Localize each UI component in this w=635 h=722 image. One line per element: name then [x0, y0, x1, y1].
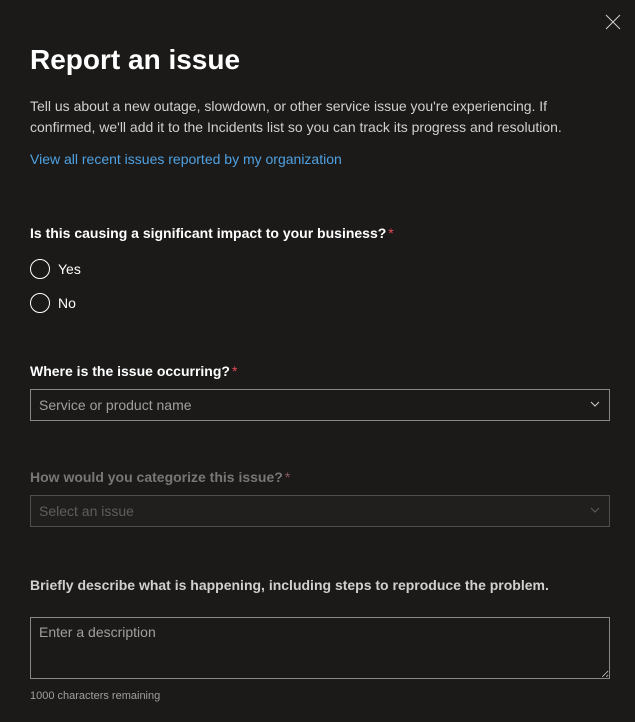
category-group: How would you categorize this issue?* Se…: [30, 469, 605, 527]
location-placeholder: Service or product name: [39, 397, 192, 413]
chevron-down-icon: [589, 397, 601, 413]
radio-label-no: No: [58, 295, 76, 311]
radio-icon: [30, 293, 50, 313]
page-description: Tell us about a new outage, slowdown, or…: [30, 96, 595, 137]
category-label: How would you categorize this issue?: [30, 469, 283, 485]
report-issue-panel: Report an issue Tell us about a new outa…: [0, 0, 635, 722]
category-placeholder: Select an issue: [39, 503, 134, 519]
radio-icon: [30, 259, 50, 279]
description-label: Briefly describe what is happening, incl…: [30, 577, 605, 593]
character-counter: 1000 characters remaining: [30, 690, 605, 702]
impact-radio-yes[interactable]: Yes: [30, 259, 605, 279]
radio-label-yes: Yes: [58, 261, 81, 277]
description-group: Briefly describe what is happening, incl…: [30, 577, 605, 702]
required-marker: *: [285, 469, 290, 485]
location-label: Where is the issue occurring?: [30, 363, 230, 379]
location-group: Where is the issue occurring?* Service o…: [30, 363, 605, 421]
close-icon[interactable]: [605, 14, 621, 30]
required-marker: *: [388, 225, 393, 241]
required-marker: *: [232, 363, 237, 379]
impact-label: Is this causing a significant impact to …: [30, 225, 386, 241]
chevron-down-icon: [589, 503, 601, 519]
view-recent-issues-link[interactable]: View all recent issues reported by my or…: [30, 151, 342, 167]
category-select: Select an issue: [30, 495, 610, 527]
impact-radio-no[interactable]: No: [30, 293, 605, 313]
location-select[interactable]: Service or product name: [30, 389, 610, 421]
description-textarea[interactable]: [30, 617, 610, 679]
impact-group: Is this causing a significant impact to …: [30, 225, 605, 313]
page-title: Report an issue: [30, 42, 605, 78]
